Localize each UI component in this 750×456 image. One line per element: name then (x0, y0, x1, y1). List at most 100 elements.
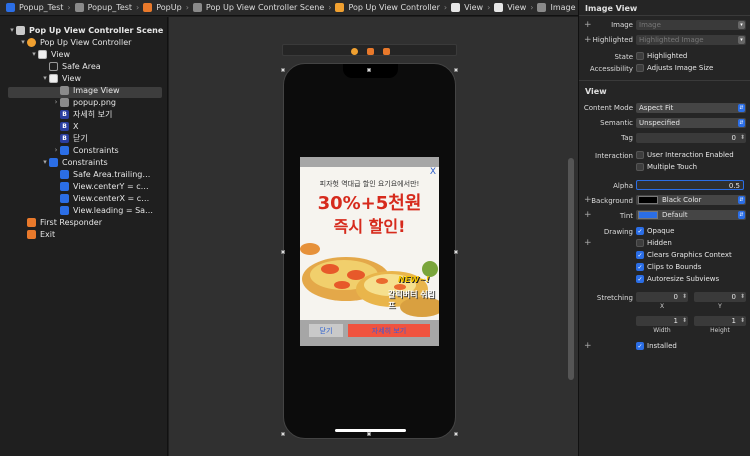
clips-bounds-checkbox[interactable]: ✓ Clips to Bounds (636, 263, 701, 271)
semantic-select[interactable]: Unspecified ⇵ (636, 118, 746, 128)
tint-color-select[interactable]: Default ⇵ (636, 210, 746, 220)
breadcrumb-item[interactable]: Popup_Test › (74, 3, 139, 12)
outline-item[interactable]: First Responder (19, 216, 102, 228)
resize-handle-top-left[interactable] (281, 68, 285, 72)
detail-button[interactable]: 자세히 보기 (348, 324, 430, 337)
breadcrumb-item[interactable]: Image View (537, 3, 578, 12)
disclosure-expanded-icon[interactable]: ▾ (41, 74, 49, 82)
outline-item[interactable]: B 닫기 (52, 132, 88, 144)
close-button[interactable]: 닫기 (309, 324, 343, 337)
add-variation-button[interactable]: + (584, 341, 592, 351)
color-swatch (638, 211, 658, 219)
view-controller-dock-icon[interactable] (351, 48, 358, 55)
outline-item[interactable]: ▾ Pop Up View Controller Scene (8, 24, 163, 36)
disclosure-collapsed-icon[interactable]: › (52, 146, 60, 154)
resize-handle-bottom-left[interactable] (281, 432, 285, 436)
outline-item[interactable]: B 자세히 보기 (52, 108, 112, 120)
resize-handle-top-right[interactable] (454, 68, 458, 72)
breadcrumb-item[interactable]: Pop Up View Controller › (335, 3, 447, 12)
content-mode-select[interactable]: Aspect Fit ⇵ (636, 103, 746, 113)
outline-item[interactable]: › Constraints (52, 144, 119, 156)
stretching-label: Stretching (596, 294, 633, 302)
height-caption: Height (710, 327, 730, 334)
checkmark-icon[interactable]: ✓ (636, 275, 644, 283)
semantic-label: Semantic (600, 119, 633, 127)
tag-stepper[interactable]: 0 ⬍ (636, 133, 746, 143)
stretch-height-field[interactable]: 1 ⬍ (694, 316, 746, 326)
popup-image[interactable]: X 피자헛 역대급 할인 요기요에서만! 30%+5천원 즉시 할인! NEW~… (300, 167, 439, 320)
outline-item[interactable]: Exit (19, 228, 55, 240)
clears-graphics-checkbox[interactable]: ✓ Clears Graphics Context (636, 251, 732, 259)
opaque-checkbox[interactable]: ✓ Opaque (636, 227, 674, 235)
chevron-down-icon[interactable]: ▾ (738, 21, 745, 29)
stretch-width-field[interactable]: 1 ⬍ (636, 316, 688, 326)
resize-handle-left[interactable] (281, 250, 285, 254)
stepper-icon[interactable]: ⬍ (682, 316, 687, 326)
add-variation-button[interactable]: + (584, 238, 592, 248)
outline-item[interactable]: View.leading = Sa… (52, 204, 153, 216)
breadcrumb-item[interactable]: Pop Up View Controller Scene › (192, 3, 331, 12)
disclosure-expanded-icon[interactable]: ▾ (19, 38, 27, 46)
view-icon (38, 49, 47, 59)
stepper-icon[interactable]: ⬍ (740, 316, 745, 326)
outline-item[interactable]: Safe Area (41, 60, 101, 72)
installed-checkbox[interactable]: ✓ Installed (636, 342, 677, 350)
stepper-icon[interactable]: ⬍ (740, 133, 745, 143)
multiple-touch-checkbox[interactable]: Multiple Touch (636, 163, 697, 171)
highlighted-image-field[interactable]: Highlighted Image ▾ (636, 35, 746, 45)
checkbox-icon[interactable] (636, 163, 644, 171)
outline-item-label: Image View (73, 85, 120, 95)
outline-item[interactable]: ▾ Pop Up View Controller (19, 36, 131, 48)
checkmark-icon[interactable]: ✓ (636, 227, 644, 235)
checkbox-icon[interactable] (636, 239, 644, 247)
checkmark-icon[interactable]: ✓ (636, 251, 644, 259)
outline-item[interactable]: ▾ Constraints (41, 156, 108, 168)
image-field[interactable]: Image ▾ (636, 20, 746, 30)
disclosure-expanded-icon[interactable]: ▾ (41, 158, 49, 166)
disclosure-expanded-icon[interactable]: ▾ (30, 50, 38, 58)
chevron-down-icon[interactable]: ▾ (738, 36, 745, 44)
outline-item[interactable]: BX (52, 120, 78, 132)
outline-item[interactable]: View.centerY = c… (52, 180, 149, 192)
outline-item[interactable]: Image View (52, 84, 120, 96)
user-interaction-checkbox[interactable]: User Interaction Enabled (636, 151, 734, 159)
checkbox-icon[interactable] (636, 52, 644, 60)
canvas-scrollbar[interactable] (568, 158, 574, 380)
disclosure-collapsed-icon[interactable]: › (52, 98, 60, 106)
alpha-field[interactable]: 0.5 (636, 180, 744, 190)
breadcrumb-item[interactable]: Popup_Test › (6, 3, 71, 12)
outline-item[interactable]: View.centerX = c… (52, 192, 149, 204)
resize-handle-right[interactable] (454, 250, 458, 254)
exit-dock-icon[interactable] (383, 48, 390, 55)
background-color-select[interactable]: Black Color ⇵ (636, 195, 746, 205)
stepper-icon[interactable]: ⬍ (682, 292, 687, 302)
breadcrumb-label: Pop Up View Controller Scene (205, 3, 325, 12)
autoresize-checkbox[interactable]: ✓ Autoresize Subviews (636, 275, 719, 283)
hidden-checkbox[interactable]: Hidden (636, 239, 672, 247)
breadcrumb-item[interactable]: View › (494, 3, 533, 12)
view-icon (451, 3, 461, 12)
outline-item[interactable]: ▾ View (41, 72, 81, 84)
tint-label: Tint (619, 212, 633, 220)
outline-item[interactable]: Safe Area.trailing… (52, 168, 150, 180)
checkbox-icon[interactable] (636, 151, 644, 159)
constraint-icon (60, 169, 69, 179)
breadcrumb-item[interactable]: PopUp › (143, 3, 189, 12)
first-responder-dock-icon[interactable] (367, 48, 374, 55)
breadcrumb-item[interactable]: View › (451, 3, 490, 12)
resize-handle-bottom-right[interactable] (454, 432, 458, 436)
stretch-y-field[interactable]: 0 ⬍ (694, 292, 746, 302)
disclosure-expanded-icon[interactable]: ▾ (8, 26, 16, 34)
resize-handle-bottom[interactable] (367, 432, 371, 436)
resize-handle-top[interactable] (367, 68, 371, 72)
checkbox-icon[interactable] (636, 64, 644, 72)
adjusts-image-size-checkbox[interactable]: Adjusts Image Size (636, 64, 713, 72)
checkmark-icon[interactable]: ✓ (636, 263, 644, 271)
outline-item[interactable]: ▾ View (30, 48, 70, 60)
outline-item[interactable]: › popup.png (52, 96, 116, 108)
stretch-x-field[interactable]: 0 ⬍ (636, 292, 688, 302)
checkmark-icon[interactable]: ✓ (636, 342, 644, 350)
popup-view[interactable]: X 피자헛 역대급 할인 요기요에서만! 30%+5천원 즉시 할인! NEW~… (300, 157, 439, 346)
stepper-icon[interactable]: ⬍ (740, 292, 745, 302)
highlighted-checkbox[interactable]: Highlighted (636, 52, 687, 60)
